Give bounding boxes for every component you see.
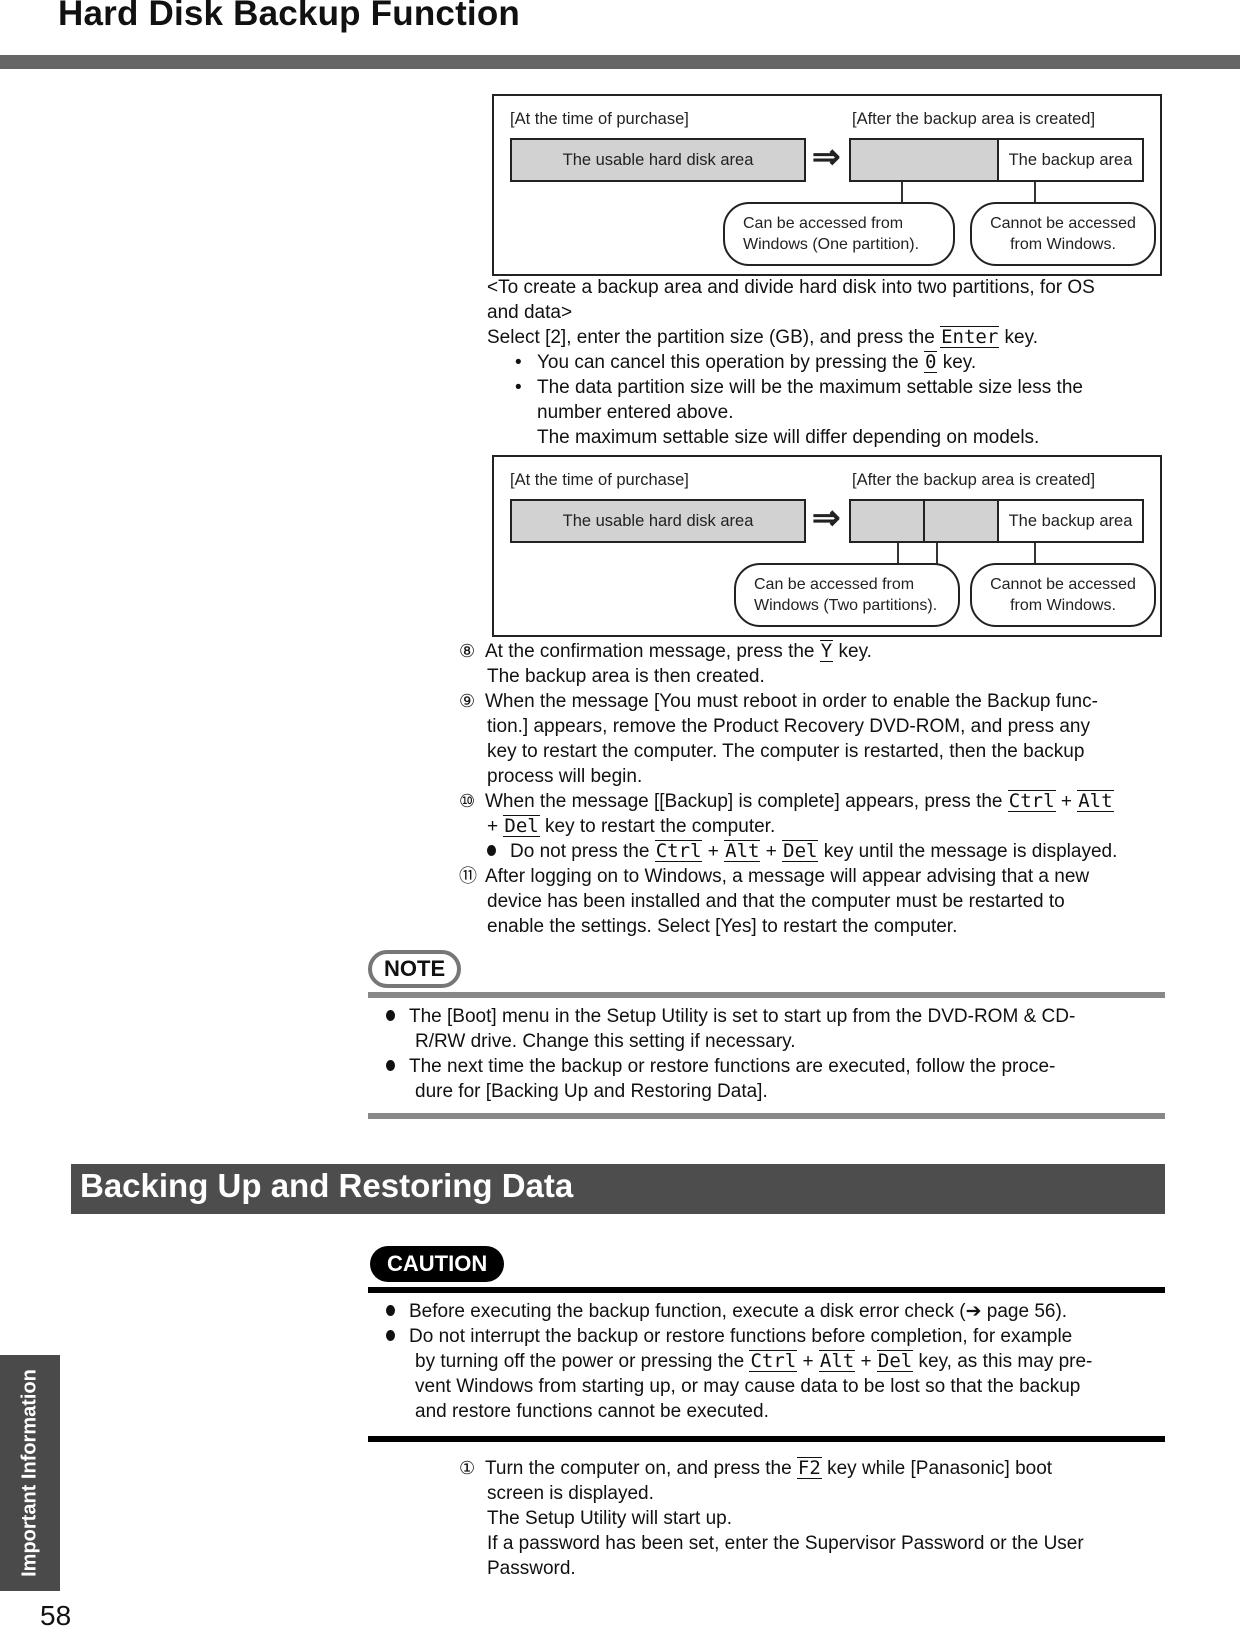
not-accessible-callout: Cannot be accessed from Windows. bbox=[970, 202, 1156, 266]
bullet-dot-icon bbox=[386, 1060, 395, 1071]
step-11: ⑪ After logging on to Windows, a message … bbox=[459, 866, 1090, 887]
arrow-right-icon: ➔ bbox=[965, 1301, 982, 1322]
del-key: Del bbox=[503, 815, 540, 837]
step-8: ⑧ At the confirmation message, press the … bbox=[459, 640, 872, 662]
not-accessible-callout: Cannot be accessed from Windows. bbox=[970, 563, 1156, 627]
two-partition-heading-cont: and data> bbox=[487, 302, 573, 323]
accessible-callout: Can be accessed from Windows (Two partit… bbox=[734, 563, 960, 627]
backup-area-box: The backup area bbox=[997, 138, 1144, 182]
accessible-callout: Can be accessed from Windows (One partit… bbox=[723, 202, 955, 266]
after-label: [After the backup area is created] bbox=[852, 471, 1096, 489]
bullet-item: • The data partition size will be the max… bbox=[515, 377, 1083, 398]
diagram-one-partition: [At the time of purchase] [After the bac… bbox=[492, 94, 1162, 276]
step-9: ⑨ When the message [You must reboot in or… bbox=[459, 691, 1098, 712]
alt-key: Alt bbox=[724, 840, 761, 862]
note-item-cont: dure for [Backing Up and Restoring Data]… bbox=[415, 1081, 768, 1102]
restore-step-1: ① Turn the computer on, and press the F2 … bbox=[459, 1457, 1053, 1479]
step-8-cont: The backup area is then created. bbox=[487, 666, 765, 687]
step-9-cont: tion.] appears, remove the Product Recov… bbox=[487, 716, 1090, 737]
page-number: 58 bbox=[40, 1600, 72, 1631]
zero-key: 0 bbox=[923, 351, 938, 373]
chapter-side-tab: Important Information bbox=[0, 1355, 60, 1591]
alt-key: Alt bbox=[1077, 790, 1114, 812]
ctrl-key: Ctrl bbox=[749, 1350, 798, 1372]
ctrl-key: Ctrl bbox=[1007, 790, 1056, 812]
step-10-cont: + Del key to restart the computer. bbox=[487, 815, 776, 837]
note-item: The next time the backup or restore func… bbox=[386, 1054, 1055, 1079]
bullet-item: • You can cancel this operation by pressi… bbox=[515, 351, 977, 373]
caution-item: Do not interrupt the backup or restore f… bbox=[386, 1324, 1072, 1349]
bullet-dot-icon bbox=[386, 1305, 395, 1316]
step-11-cont: device has been installed and that the c… bbox=[487, 891, 1065, 912]
del-key: Del bbox=[782, 840, 819, 862]
page-title: Hard Disk Backup Function bbox=[58, 0, 521, 33]
chapter-side-tab-label: Important Information bbox=[18, 1369, 41, 1577]
caution-bottom-rule bbox=[368, 1436, 1165, 1442]
y-key: Y bbox=[819, 640, 834, 662]
step-9-cont: key to restart the computer. The compute… bbox=[487, 741, 1085, 762]
bullet-item-cont: number entered above. bbox=[537, 402, 734, 423]
note-item: The [Boot] menu in the Setup Utility is … bbox=[386, 1004, 1075, 1029]
usable-area-box: The usable hard disk area bbox=[510, 138, 806, 182]
bullet-item-cont: The maximum settable size will differ de… bbox=[537, 427, 1040, 448]
note-badge: NOTE bbox=[368, 950, 462, 988]
connector-line bbox=[1034, 182, 1036, 204]
two-partition-instruction: Select [2], enter the partition size (GB… bbox=[487, 326, 1038, 348]
os-partition-box bbox=[849, 499, 925, 543]
bullet-dot-icon bbox=[487, 845, 496, 856]
note-item-cont: R/RW drive. Change this setting if neces… bbox=[415, 1031, 796, 1052]
restore-step-1-cont: Password. bbox=[487, 1558, 576, 1579]
purchase-label: [At the time of purchase] bbox=[510, 471, 689, 489]
caution-top-rule bbox=[368, 1287, 1165, 1293]
windows-partition-box bbox=[849, 138, 999, 182]
step-9-cont: process will begin. bbox=[487, 766, 643, 787]
title-divider bbox=[0, 55, 1240, 69]
step-11-cont: enable the settings. Select [Yes] to res… bbox=[487, 916, 958, 937]
bullet-dot-icon bbox=[386, 1010, 395, 1021]
caution-item-cont: and restore functions cannot be executed… bbox=[415, 1401, 769, 1422]
two-partition-heading: <To create a backup area and divide hard… bbox=[487, 277, 1095, 298]
step-10: ⑩ When the message [[Backup] is complete]… bbox=[459, 790, 1114, 812]
step-10-bullet: Do not press the Ctrl + Alt + Del key un… bbox=[487, 839, 1117, 864]
note-top-rule bbox=[368, 992, 1165, 998]
enter-key: Enter bbox=[940, 326, 1000, 348]
alt-key: Alt bbox=[818, 1350, 856, 1372]
caution-item-cont: vent Windows from starting up, or may ca… bbox=[415, 1376, 1081, 1397]
right-double-arrow-icon: ⇒ bbox=[812, 499, 841, 537]
after-label: [After the backup area is created] bbox=[852, 110, 1096, 128]
usable-area-box: The usable hard disk area bbox=[510, 499, 806, 543]
connector-line bbox=[1034, 543, 1036, 565]
caution-item-cont: by turning off the power or pressing the… bbox=[415, 1350, 1093, 1372]
section-title: Backing Up and Restoring Data bbox=[80, 1167, 574, 1204]
bullet-dot-icon bbox=[386, 1330, 395, 1341]
restore-step-1-cont: screen is displayed. bbox=[487, 1483, 654, 1504]
data-partition-box bbox=[923, 499, 999, 543]
diagram-two-partitions: [At the time of purchase] [After the bac… bbox=[492, 455, 1162, 637]
note-bottom-rule bbox=[368, 1113, 1165, 1119]
right-double-arrow-icon: ⇒ bbox=[812, 138, 841, 176]
restore-step-1-cont: If a password has been set, enter the Su… bbox=[487, 1533, 1084, 1554]
del-key: Del bbox=[876, 1350, 914, 1372]
restore-step-1-cont: The Setup Utility will start up. bbox=[487, 1508, 732, 1529]
ctrl-key: Ctrl bbox=[654, 840, 703, 862]
caution-badge: CAUTION bbox=[370, 1246, 505, 1282]
f2-key: F2 bbox=[796, 1457, 822, 1479]
backup-area-box: The backup area bbox=[997, 499, 1144, 543]
caution-item: Before executing the backup function, ex… bbox=[386, 1299, 1067, 1324]
purchase-label: [At the time of purchase] bbox=[510, 110, 689, 128]
